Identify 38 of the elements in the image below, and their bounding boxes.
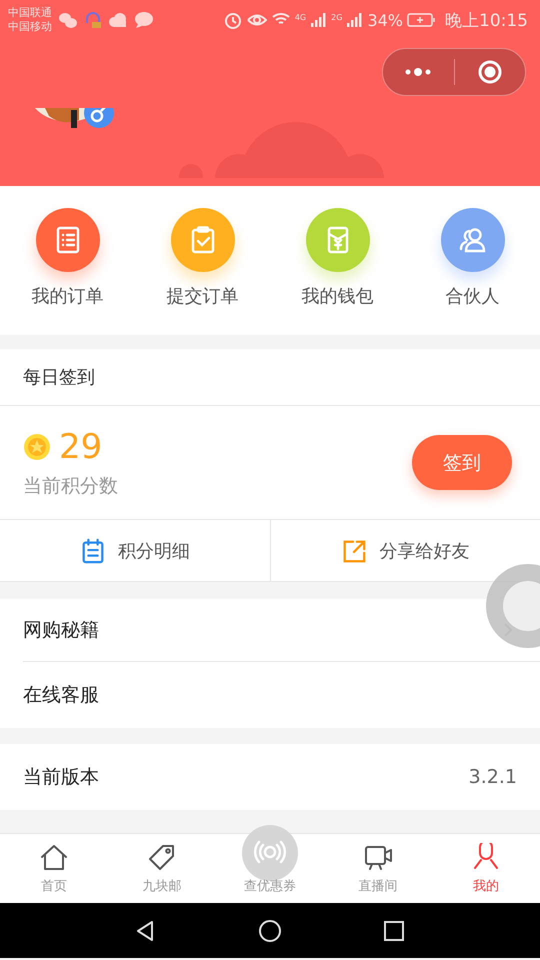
shortcut-item[interactable]: 提交订单 (142, 208, 262, 335)
shortcut-label: 合伙人 (446, 285, 500, 308)
network-label: 2G (331, 12, 342, 22)
network-label: 4G (294, 12, 306, 22)
battery-percent: 34% (367, 10, 403, 30)
close-icon (476, 59, 503, 85)
video-camera-icon (363, 843, 393, 873)
male-icon (84, 108, 114, 128)
shortcut-item[interactable]: 合伙人 (412, 208, 532, 335)
battery-icon (407, 11, 437, 29)
cloud-icon (108, 11, 128, 29)
signal-icon (346, 10, 364, 30)
menu-item[interactable]: 网购秘籍 (23, 617, 99, 643)
shortcut-item[interactable]: 我的钱包 (278, 208, 398, 335)
coin-icon (23, 432, 51, 460)
alarm-icon (222, 10, 243, 30)
shortcut-label: 我的钱包 (302, 285, 374, 308)
tab-item[interactable]: 我的 (432, 834, 540, 903)
section-title: 每日签到 (23, 366, 95, 389)
speech-bubble-icon (134, 11, 154, 29)
home-icon (39, 843, 69, 873)
shortcut-item[interactable]: 我的订单 (8, 208, 128, 335)
version-number: 3.2.1 (468, 766, 517, 788)
carrier-name: 中国联通 (8, 6, 52, 20)
calendar-icon (80, 536, 106, 564)
points-value: 29 (59, 426, 102, 466)
home-circle-icon (258, 918, 282, 942)
chat-bubbles-icon (58, 11, 78, 29)
points-label: 当前积分数 (23, 474, 118, 498)
signal-icon (310, 10, 328, 30)
menu-item[interactable]: 在线客服 (23, 682, 99, 708)
shortcut-label: 我的订单 (32, 285, 104, 308)
tag-icon (147, 843, 177, 873)
carrier-name: 中国移动 (8, 20, 52, 34)
shortcut-label: 提交订单 (166, 285, 238, 308)
recents-icon (382, 918, 406, 942)
clock-time: 晚上10:15 (445, 10, 528, 32)
version-row-text: 当前版本 3.2.1 (23, 765, 518, 790)
